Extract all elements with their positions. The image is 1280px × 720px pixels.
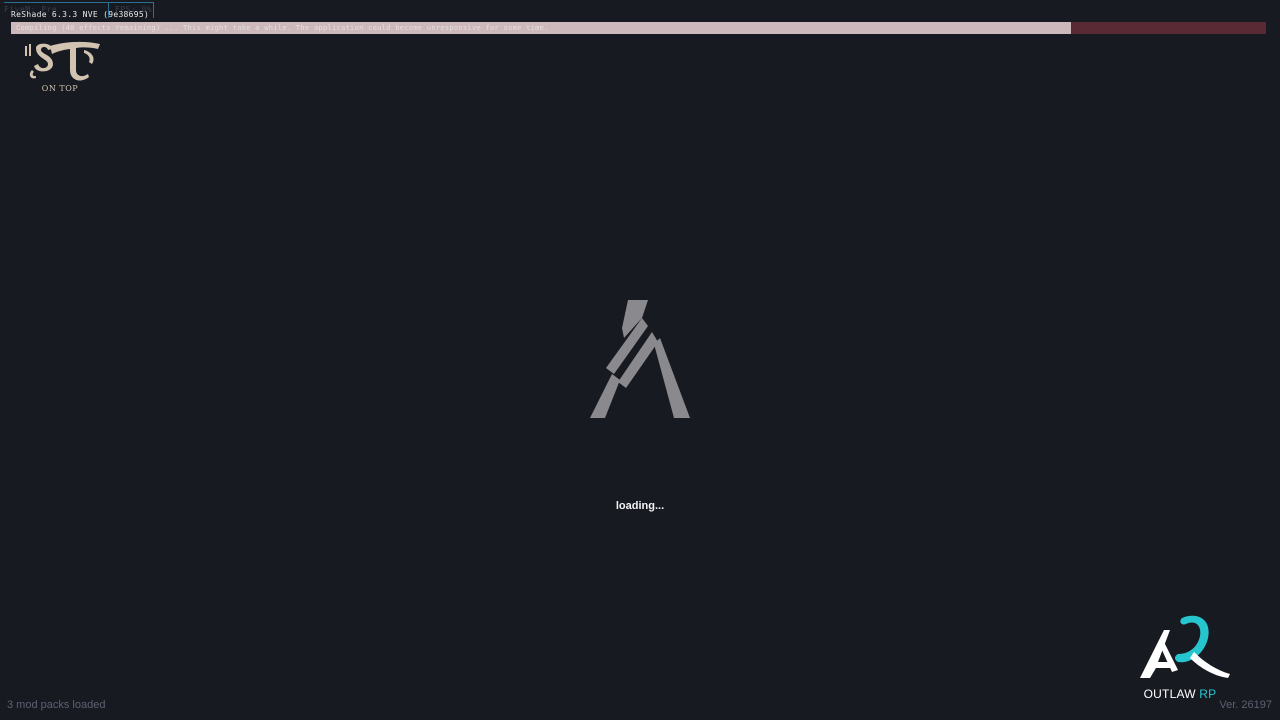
brand-name: OUTLAW RP [1134,687,1226,701]
reshade-progress-text: Compiling (40 effects remaining) ... Thi… [16,24,549,32]
reshade-progress-bar: Compiling (40 effects remaining) ... Thi… [11,22,1266,34]
server-monogram-icon [25,41,100,81]
brand-name-accent: RP [1199,687,1217,701]
reshade-title: ReShade 6.3.3 NVE (9e38695) [11,10,150,19]
outlaw-rp-logo-icon [1140,615,1230,678]
version-label: Ver. 26197 [1219,699,1272,711]
loading-label: loading... [615,500,665,512]
fivem-logo-icon [588,298,692,422]
server-logo: ON TOP [22,40,104,98]
server-logo-tagline: ON TOP [41,84,79,93]
brand-logo: OUTLAW RP [1134,612,1234,704]
brand-name-main: OUTLAW [1143,687,1196,701]
mod-packs-status: 3 mod packs loaded [7,699,106,711]
loading-screen: FiveM: Pre FPS: 0% ReShade 6.3.3 NVE (9e… [0,0,1280,720]
